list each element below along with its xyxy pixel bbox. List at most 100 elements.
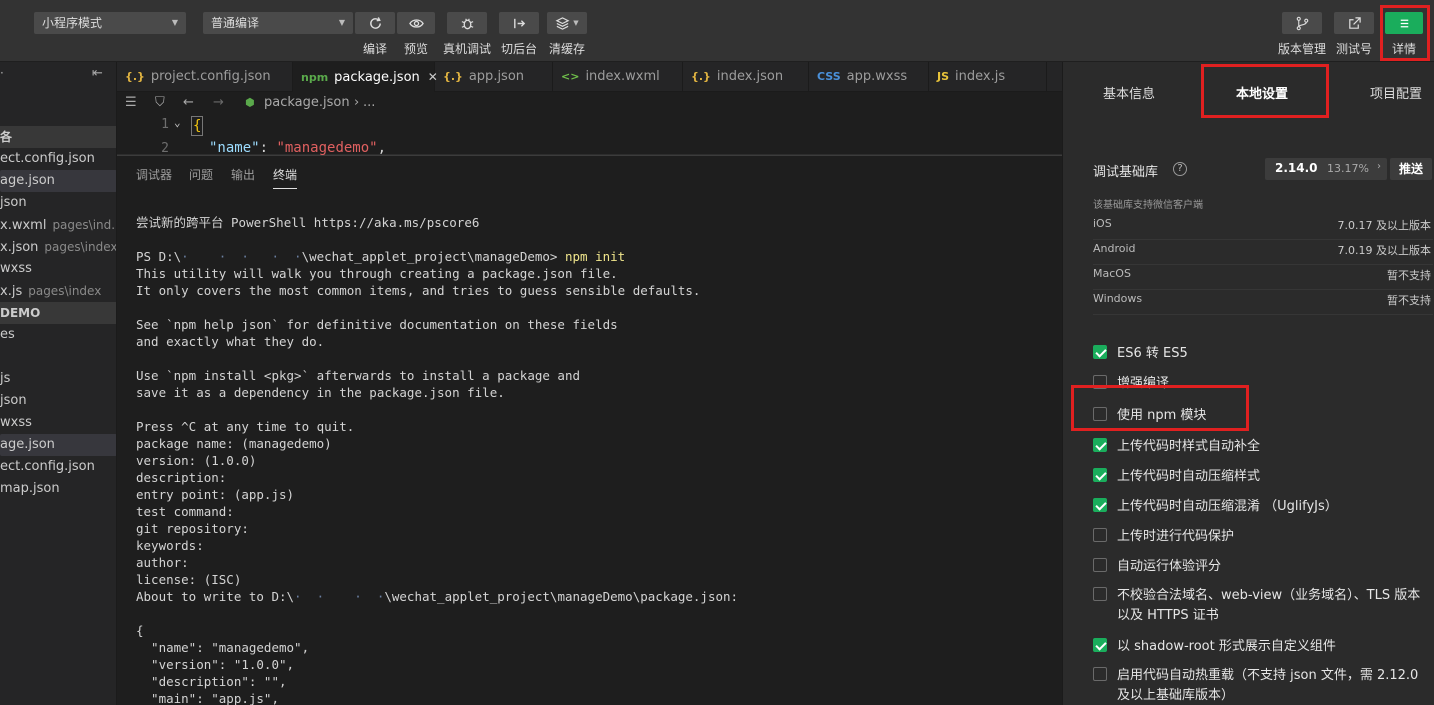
checkbox-checked-icon[interactable] (1093, 638, 1107, 652)
checkbox-unchecked-icon[interactable] (1093, 667, 1107, 681)
setting-option[interactable]: 上传代码时自动压缩样式 (1093, 467, 1423, 487)
terminal-line: "main": "app.js", (136, 691, 279, 705)
checkbox-unchecked-icon[interactable] (1093, 528, 1107, 542)
clear-cache-button[interactable]: ▼ (547, 12, 587, 34)
explorer-section-header[interactable]: DEMO (0, 302, 116, 324)
explorer-file-item[interactable]: x.json pages\index (0, 236, 116, 258)
platform-row: MacOS 暂不支持 (1093, 267, 1433, 290)
panel-tab-output[interactable]: 输出 (231, 166, 255, 183)
back-arrow-icon[interactable]: ← (183, 92, 194, 114)
explorer-file-item[interactable]: wxss (0, 412, 116, 434)
forward-arrow-icon[interactable]: → (213, 92, 224, 114)
real-device-debug-button[interactable] (447, 12, 487, 34)
platform-row: iOS 7.0.17 及以上版本 (1093, 217, 1433, 240)
breadcrumb-file[interactable]: package.json (264, 92, 350, 114)
setting-option[interactable]: 上传代码时样式自动补全 (1093, 437, 1423, 457)
details-tab-project-config[interactable]: 项目配置 (1370, 83, 1422, 102)
mode-select[interactable]: 小程序模式 ▼ (34, 12, 186, 34)
layers-icon (555, 16, 570, 30)
editor-tab[interactable]: <> index.wxml (553, 62, 683, 92)
push-button[interactable]: 推送 (1390, 158, 1432, 180)
help-icon[interactable]: ? (1173, 162, 1187, 176)
background-button[interactable] (499, 12, 539, 34)
explorer-section-header[interactable]: 各 (0, 126, 116, 148)
terminal-line: git repository: (136, 521, 249, 536)
setting-option[interactable]: 以 shadow-root 形式展示自定义组件 (1093, 637, 1423, 657)
editor-tab[interactable]: JS index.js (929, 62, 1047, 92)
editor-tab[interactable]: {.} app.json (435, 62, 553, 92)
editor-tab[interactable]: {.} project.config.json (117, 62, 293, 92)
compile-button[interactable] (355, 12, 395, 34)
checkbox-unchecked-icon[interactable] (1093, 558, 1107, 572)
explorer-file-item[interactable]: x.js pages\index (0, 280, 116, 302)
explorer-item-label: es (0, 327, 15, 342)
platform-name: Windows (1093, 292, 1143, 305)
compile-select-value: 普通编译 (211, 16, 260, 30)
editor-tab-label: project.config.json (150, 69, 271, 84)
checkbox-unchecked-icon[interactable] (1093, 587, 1107, 601)
breadcrumb-more[interactable]: ... (363, 92, 375, 114)
devtools-window: { "toolbar": { "mode_select": "小程序模式", "… (0, 0, 1434, 705)
explorer-item-label: x.js (0, 284, 23, 299)
lib-version-select[interactable]: 2.14.0 13.17% › (1265, 158, 1387, 180)
setting-option[interactable]: 上传时进行代码保护 (1093, 527, 1423, 547)
explorer-file-item[interactable]: ect.config.json (0, 456, 116, 478)
setting-option[interactable]: 不校验合法域名、web-view（业务域名）、TLS 版本以及 HTTPS 证书 (1093, 586, 1423, 626)
setting-option-label: 上传代码时样式自动补全 (1117, 439, 1261, 454)
setting-option[interactable]: 上传代码时自动压缩混淆 （UglifyJs） (1093, 497, 1423, 517)
explorer-file-item[interactable]: age.json (0, 434, 116, 456)
preview-button[interactable] (397, 12, 435, 34)
collapse-panel-icon[interactable]: ⇤ (92, 66, 103, 81)
checkbox-checked-icon[interactable] (1093, 468, 1107, 482)
explorer-header: · ⇤ (0, 66, 116, 88)
test-account-button[interactable] (1334, 12, 1374, 34)
refresh-icon (369, 16, 381, 29)
explorer-file-item[interactable]: ​ (0, 346, 116, 368)
lib-label: 调试基础库 (1093, 165, 1159, 180)
write-path: \wechat_applet_project\manageDemo\packag… (384, 589, 739, 604)
explorer-item-label: DEMO (0, 306, 41, 320)
prompt-command: npm init (564, 249, 626, 264)
terminal-line: "name": "managedemo", (136, 640, 310, 655)
explorer-file-item[interactable]: es (0, 324, 116, 346)
code-editor[interactable]: 1 2 ⌄ { "name": "managedemo", (117, 114, 1062, 156)
panel-tab-debugger[interactable]: 调试器 (136, 166, 172, 183)
explorer-file-item[interactable]: js (0, 368, 116, 390)
test-account-label: 测试号 (1335, 42, 1372, 56)
explorer-file-item[interactable]: json (0, 192, 116, 214)
compile-select[interactable]: 普通编译 ▼ (203, 12, 353, 34)
list-icon[interactable]: ☰ (125, 92, 137, 114)
setting-option[interactable]: ES6 转 ES5 (1093, 344, 1423, 364)
editor-tab[interactable]: {.} index.json (683, 62, 809, 92)
explorer-file-item[interactable]: x.wxml pages\ind... (0, 214, 117, 236)
terminal-output[interactable]: 尝试新的跨平台 PowerShell https://aka.ms/pscore… (136, 214, 1056, 705)
editor-tab[interactable]: npm package.json ✕ (293, 62, 438, 92)
version-management-button[interactable] (1282, 12, 1322, 34)
explorer-file-item[interactable]: age.json (0, 170, 116, 192)
explorer-file-item[interactable]: wxss (0, 258, 116, 280)
checkbox-checked-icon[interactable] (1093, 345, 1107, 359)
background-label: 切后台 (500, 42, 537, 56)
terminal-line: "version": "1.0.0", (136, 657, 295, 672)
explorer-item-label: json (0, 393, 27, 408)
mode-select-value: 小程序模式 (42, 16, 103, 30)
eye-icon (408, 18, 424, 28)
explorer-file-item[interactable]: map.json (0, 478, 116, 500)
checkbox-checked-icon[interactable] (1093, 438, 1107, 452)
bookmark-icon[interactable]: ⛉ (155, 92, 165, 114)
explorer-file-item[interactable]: ect.config.json (0, 148, 116, 170)
setting-option[interactable]: 启用代码自动热重载（不支持 json 文件，需 2.12.0 及以上基础库版本） (1093, 666, 1423, 705)
checkbox-checked-icon[interactable] (1093, 498, 1107, 512)
explorer-item-label: x.json (0, 240, 39, 255)
explorer-item-path: pages\ind... (52, 218, 117, 232)
details-tab-basic-info[interactable]: 基本信息 (1103, 83, 1155, 102)
explorer-item-label: json (0, 195, 27, 210)
editor-tabs: {.} project.config.json npm package.json ✕ {.… (117, 62, 1062, 92)
fold-chevron-icon[interactable]: ⌄ (174, 116, 181, 129)
editor-tab[interactable]: CSS app.wxss (809, 62, 929, 92)
setting-option[interactable]: 自动运行体验评分 (1093, 557, 1423, 577)
panel-tab-terminal[interactable]: 终端 (273, 166, 298, 189)
explorer-file-item[interactable]: json (0, 390, 116, 412)
panel-tab-problems[interactable]: 问题 (189, 166, 213, 183)
terminal-line: and exactly what they do. (136, 334, 325, 349)
